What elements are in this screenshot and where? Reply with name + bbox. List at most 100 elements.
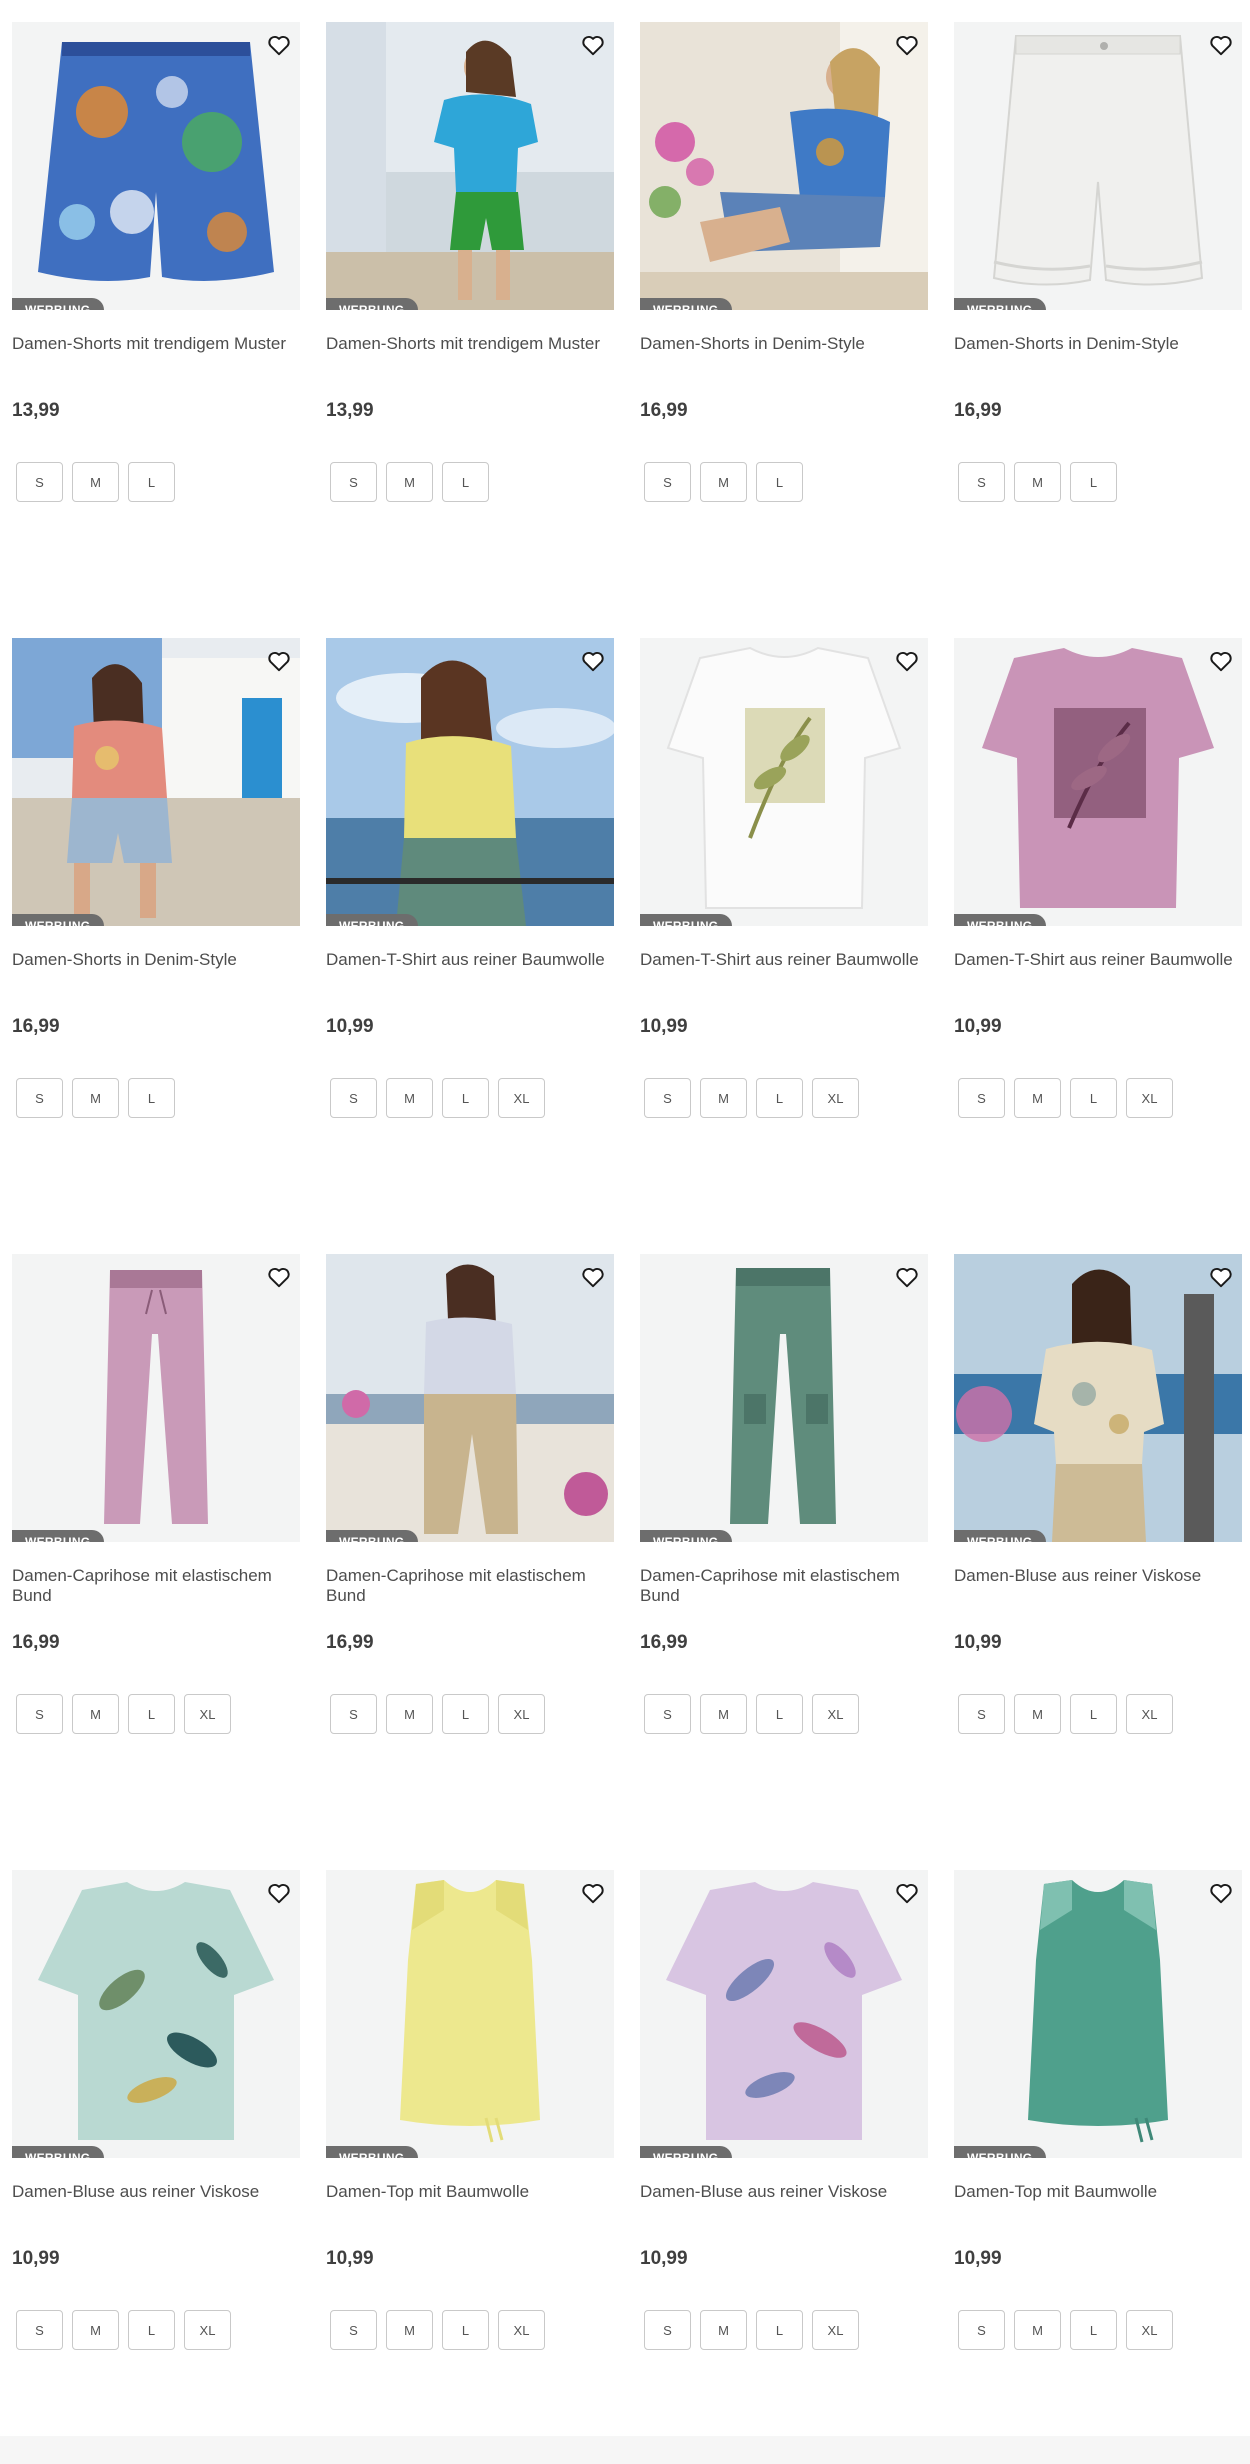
size-option-button[interactable]: S xyxy=(330,1694,377,1734)
heart-icon[interactable] xyxy=(580,32,606,58)
size-option-button[interactable]: S xyxy=(16,1078,63,1118)
size-option-button[interactable]: L xyxy=(442,2310,489,2350)
product-card[interactable]: WERBUNG Damen-Shorts in Denim-Style 16,99 S… xyxy=(12,638,300,1254)
size-option-button[interactable]: XL xyxy=(184,1694,231,1734)
product-image[interactable]: WERBUNG xyxy=(640,638,928,926)
size-option-button[interactable]: M xyxy=(386,2310,433,2350)
size-option-button[interactable]: S xyxy=(644,1078,691,1118)
product-image[interactable]: WERBUNG xyxy=(954,638,1242,926)
product-card[interactable]: WERBUNG Damen-T-Shirt aus reiner Baumwoll… xyxy=(326,638,614,1254)
product-title[interactable]: Damen-Caprihose mit elastischem Bund xyxy=(12,1566,300,1608)
product-image[interactable]: WERBUNG xyxy=(326,638,614,926)
product-image[interactable]: WERBUNG xyxy=(640,1254,928,1542)
heart-icon[interactable] xyxy=(266,32,292,58)
size-option-button[interactable]: L xyxy=(128,462,175,502)
heart-icon[interactable] xyxy=(1208,1264,1234,1290)
size-option-button[interactable]: L xyxy=(1070,1078,1117,1118)
size-option-button[interactable]: XL xyxy=(1126,1078,1173,1118)
heart-icon[interactable] xyxy=(894,32,920,58)
size-option-button[interactable]: XL xyxy=(1126,1694,1173,1734)
size-option-button[interactable]: M xyxy=(700,1078,747,1118)
product-image[interactable]: WERBUNG xyxy=(326,22,614,310)
product-title[interactable]: Damen-T-Shirt aus reiner Baumwolle xyxy=(954,950,1242,992)
product-card[interactable]: WERBUNG Damen-Caprihose mit elastischem B… xyxy=(640,1254,928,1870)
product-image[interactable]: WERBUNG xyxy=(640,1870,928,2158)
size-option-button[interactable]: XL xyxy=(498,2310,545,2350)
size-option-button[interactable]: S xyxy=(958,2310,1005,2350)
size-option-button[interactable]: M xyxy=(700,1694,747,1734)
size-option-button[interactable]: XL xyxy=(812,1694,859,1734)
size-option-button[interactable]: M xyxy=(386,1694,433,1734)
size-option-button[interactable]: XL xyxy=(1126,2310,1173,2350)
size-option-button[interactable]: L xyxy=(1070,1694,1117,1734)
product-card[interactable]: WERBUNG Damen-Shorts in Denim-Style 16,99 S… xyxy=(954,22,1242,638)
size-option-button[interactable]: M xyxy=(386,462,433,502)
size-option-button[interactable]: XL xyxy=(812,2310,859,2350)
heart-icon[interactable] xyxy=(1208,32,1234,58)
size-option-button[interactable]: M xyxy=(72,1694,119,1734)
size-option-button[interactable]: S xyxy=(644,1694,691,1734)
product-title[interactable]: Damen-Caprihose mit elastischem Bund xyxy=(326,1566,614,1608)
product-title[interactable]: Damen-Caprihose mit elastischem Bund xyxy=(640,1566,928,1608)
size-option-button[interactable]: L xyxy=(442,1078,489,1118)
product-image[interactable]: WERBUNG xyxy=(326,1870,614,2158)
product-card[interactable]: WERBUNG Damen-Shorts mit trendigem Muster… xyxy=(326,22,614,638)
product-card[interactable]: WERBUNG Damen-Bluse aus reiner Viskose 10,… xyxy=(954,1254,1242,1870)
size-option-button[interactable]: M xyxy=(1014,1694,1061,1734)
heart-icon[interactable] xyxy=(894,648,920,674)
product-title[interactable]: Damen-Bluse aus reiner Viskose xyxy=(954,1566,1242,1608)
size-option-button[interactable]: M xyxy=(386,1078,433,1118)
heart-icon[interactable] xyxy=(580,1264,606,1290)
size-option-button[interactable]: M xyxy=(1014,1078,1061,1118)
heart-icon[interactable] xyxy=(266,1880,292,1906)
heart-icon[interactable] xyxy=(580,648,606,674)
size-option-button[interactable]: M xyxy=(72,1078,119,1118)
size-option-button[interactable]: L xyxy=(756,1694,803,1734)
product-title[interactable]: Damen-Shorts in Denim-Style xyxy=(12,950,300,992)
size-option-button[interactable]: S xyxy=(16,1694,63,1734)
size-option-button[interactable]: M xyxy=(700,462,747,502)
product-card[interactable]: WERBUNG Damen-Top mit Baumwolle 10,99 S M L XL xyxy=(326,1870,614,2464)
product-card[interactable]: WERBUNG Damen-Bluse aus reiner Viskose 10,… xyxy=(12,1870,300,2464)
product-title[interactable]: Damen-Shorts in Denim-Style xyxy=(954,334,1242,376)
heart-icon[interactable] xyxy=(266,648,292,674)
product-title[interactable]: Damen-Top mit Baumwolle xyxy=(326,2182,614,2224)
product-image[interactable]: WERBUNG xyxy=(12,638,300,926)
size-option-button[interactable]: XL xyxy=(184,2310,231,2350)
size-option-button[interactable]: XL xyxy=(812,1078,859,1118)
product-card[interactable]: WERBUNG Damen-Caprihose mit elastischem B… xyxy=(12,1254,300,1870)
size-option-button[interactable]: S xyxy=(644,2310,691,2350)
product-image[interactable]: WERBUNG xyxy=(12,1870,300,2158)
heart-icon[interactable] xyxy=(1208,648,1234,674)
size-option-button[interactable]: S xyxy=(330,462,377,502)
product-card[interactable]: WERBUNG Damen-Shorts mit trendigem Muster… xyxy=(12,22,300,638)
product-title[interactable]: Damen-T-Shirt aus reiner Baumwolle xyxy=(640,950,928,992)
size-option-button[interactable]: XL xyxy=(498,1694,545,1734)
product-card[interactable]: WERBUNG Damen-Shorts in Denim-Style 16,99 S… xyxy=(640,22,928,638)
size-option-button[interactable]: M xyxy=(700,2310,747,2350)
size-option-button[interactable]: L xyxy=(128,2310,175,2350)
product-image[interactable]: WERBUNG xyxy=(326,1254,614,1542)
product-title[interactable]: Damen-T-Shirt aus reiner Baumwolle xyxy=(326,950,614,992)
product-card[interactable]: WERBUNG Damen-T-Shirt aus reiner Baumwoll… xyxy=(640,638,928,1254)
size-option-button[interactable]: S xyxy=(958,1694,1005,1734)
size-option-button[interactable]: L xyxy=(1070,2310,1117,2350)
size-option-button[interactable]: M xyxy=(1014,2310,1061,2350)
heart-icon[interactable] xyxy=(894,1264,920,1290)
size-option-button[interactable]: S xyxy=(644,462,691,502)
size-option-button[interactable]: L xyxy=(128,1694,175,1734)
product-image[interactable]: WERBUNG xyxy=(954,22,1242,310)
product-title[interactable]: Damen-Bluse aus reiner Viskose xyxy=(12,2182,300,2224)
product-title[interactable]: Damen-Shorts mit trendigem Muster xyxy=(326,334,614,376)
size-option-button[interactable]: L xyxy=(756,2310,803,2350)
heart-icon[interactable] xyxy=(1208,1880,1234,1906)
product-title[interactable]: Damen-Top mit Baumwolle xyxy=(954,2182,1242,2224)
size-option-button[interactable]: L xyxy=(756,462,803,502)
size-option-button[interactable]: M xyxy=(1014,462,1061,502)
size-option-button[interactable]: S xyxy=(958,462,1005,502)
product-card[interactable]: WERBUNG Damen-Bluse aus reiner Viskose 10,… xyxy=(640,1870,928,2464)
size-option-button[interactable]: L xyxy=(442,462,489,502)
product-image[interactable]: WERBUNG xyxy=(954,1254,1242,1542)
size-option-button[interactable]: S xyxy=(958,1078,1005,1118)
size-option-button[interactable]: S xyxy=(330,2310,377,2350)
